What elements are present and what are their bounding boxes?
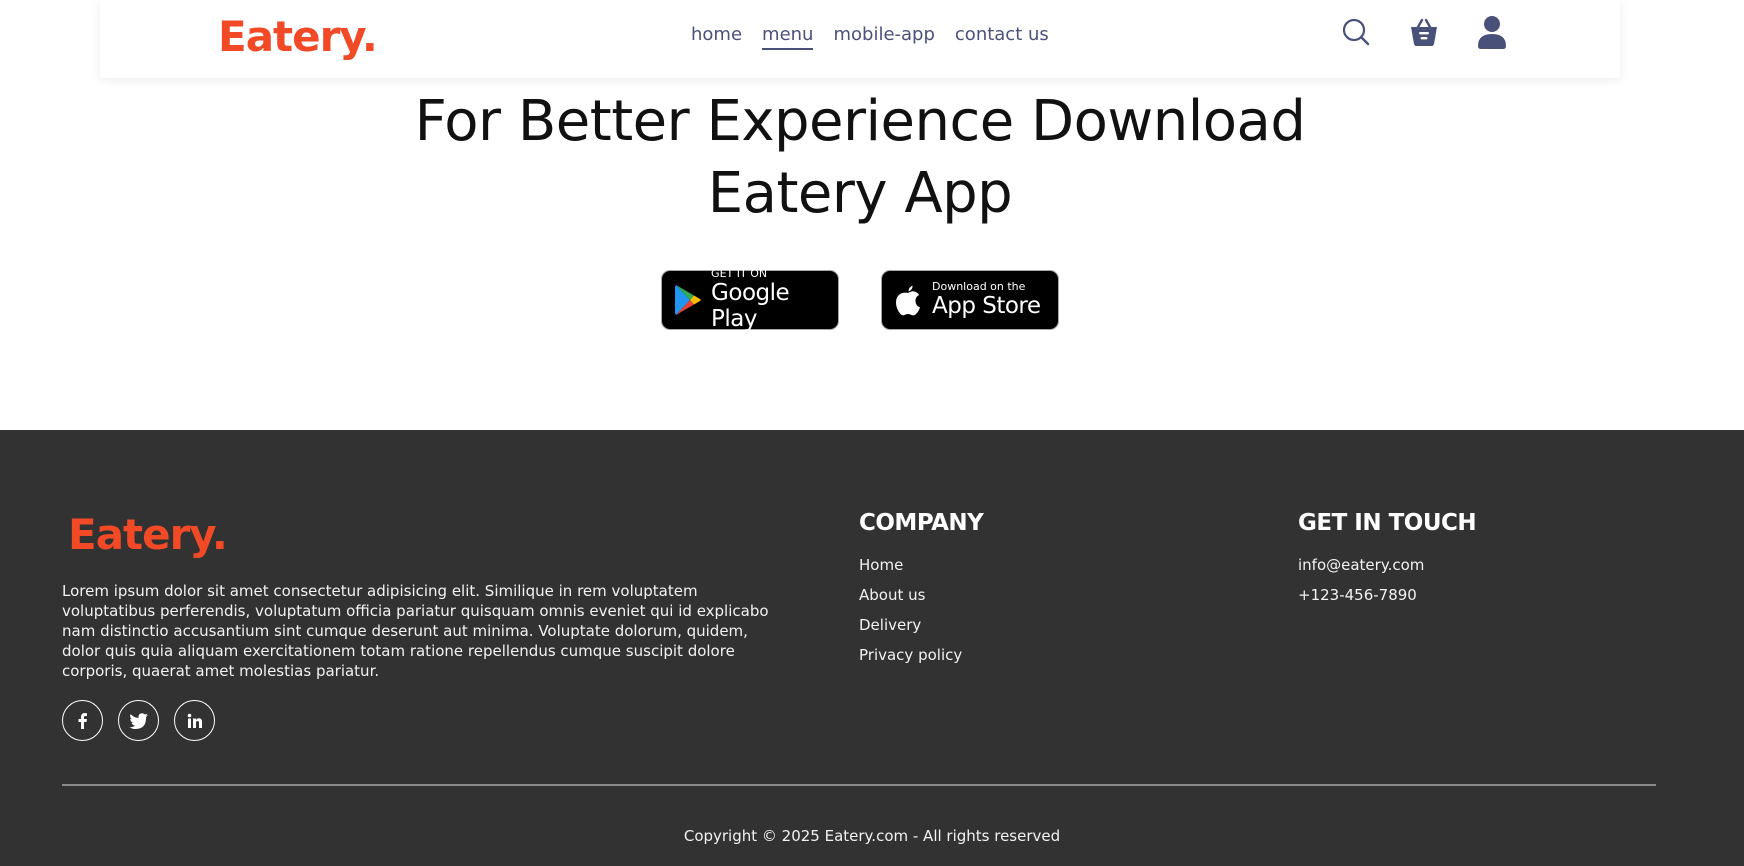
copyright-text: Copyright © 2025 Eatery.com - All rights… bbox=[683, 827, 1061, 845]
nav-link-menu[interactable]: menu bbox=[762, 24, 814, 50]
google-play-button[interactable]: GET IT ON Google Play bbox=[661, 267, 839, 332]
footer-link-home[interactable]: Home bbox=[859, 556, 983, 574]
app-store-big-text: App Store bbox=[932, 293, 1041, 319]
user-icon[interactable] bbox=[1476, 14, 1508, 50]
linkedin-icon[interactable] bbox=[174, 700, 215, 741]
twitter-icon[interactable] bbox=[118, 700, 159, 741]
store-buttons: GET IT ON Google Play Download on the Ap… bbox=[0, 267, 1720, 332]
basket-icon[interactable] bbox=[1408, 14, 1440, 50]
hero-title: For Better Experience Download Eatery Ap… bbox=[0, 86, 1720, 230]
footer-link-privacy-policy[interactable]: Privacy policy bbox=[859, 646, 983, 664]
google-play-icon bbox=[672, 282, 703, 318]
nav-links: home menu mobile-app contact us bbox=[691, 24, 1049, 50]
app-store-button[interactable]: Download on the App Store bbox=[881, 270, 1059, 330]
footer-link-delivery[interactable]: Delivery bbox=[859, 616, 983, 634]
footer-email[interactable]: info@eatery.com bbox=[1298, 556, 1476, 574]
facebook-icon[interactable] bbox=[62, 700, 103, 741]
search-icon[interactable] bbox=[1340, 14, 1372, 50]
footer-phone[interactable]: +123-456-7890 bbox=[1298, 586, 1476, 604]
google-play-small-text: GET IT ON bbox=[711, 267, 768, 280]
nav-link-contact-us[interactable]: contact us bbox=[955, 24, 1049, 50]
app-store-small-text: Download on the bbox=[932, 280, 1026, 293]
footer-divider bbox=[62, 784, 1656, 786]
nav-icons bbox=[1340, 14, 1508, 50]
footer-logo[interactable]: Eatery. bbox=[68, 510, 228, 559]
footer-description: Lorem ipsum dolor sit amet consectetur a… bbox=[62, 582, 769, 680]
apple-icon bbox=[892, 282, 924, 318]
footer-touch-column: GET IN TOUCH info@eatery.com +123-456-78… bbox=[1298, 510, 1477, 616]
footer-link-about-us[interactable]: About us bbox=[859, 586, 983, 604]
logo[interactable]: Eatery. bbox=[218, 12, 378, 61]
hero-title-line1: For Better Experience Download bbox=[414, 89, 1306, 154]
get-in-touch-heading: GET IN TOUCH bbox=[1298, 510, 1477, 536]
navbar: Eatery. home menu mobile-app contact us bbox=[100, 0, 1620, 78]
google-play-big-text: Google Play bbox=[711, 280, 790, 332]
nav-link-home[interactable]: home bbox=[691, 24, 742, 50]
hero-title-line2: Eatery App bbox=[707, 161, 1013, 226]
footer: Eatery. Lorem ipsum dolor sit amet conse… bbox=[0, 430, 1744, 866]
social-links bbox=[62, 700, 215, 741]
company-heading: COMPANY bbox=[859, 510, 984, 536]
nav-link-mobile-app[interactable]: mobile-app bbox=[833, 24, 934, 50]
footer-company-column: COMPANY Home About us Delivery Privacy p… bbox=[859, 510, 984, 676]
